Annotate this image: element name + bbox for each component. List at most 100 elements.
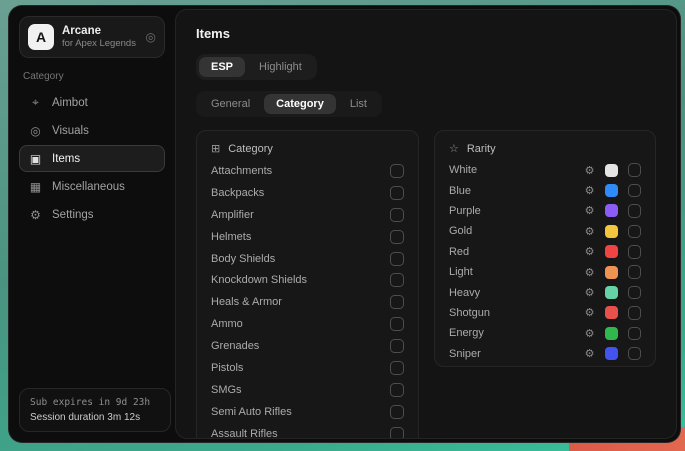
rarity-row-label: Shotgun: [449, 307, 585, 319]
category-row: Pistols: [211, 357, 404, 379]
category-panel: ⊞ Category Attachments Backpacks: [196, 130, 419, 439]
rarity-checkbox[interactable]: [628, 184, 642, 198]
mode-tab[interactable]: Highlight: [247, 57, 314, 77]
view-tab[interactable]: List: [338, 94, 379, 114]
rarity-color-swatch[interactable]: [605, 245, 618, 258]
rarity-panel: ☆ Rarity White ⚙: [434, 130, 656, 367]
category-checkbox[interactable]: [390, 164, 404, 178]
rarity-color-swatch[interactable]: [605, 286, 618, 299]
sidebar-item-icon: ⌖: [28, 95, 43, 110]
view-tabs-row: General Category List: [196, 91, 656, 117]
rarity-color-swatch[interactable]: [605, 327, 618, 340]
sub-expires-text: Sub expires in 9d 23h: [30, 397, 160, 408]
profile-meta: Arcane for Apex Legends: [62, 24, 136, 50]
rarity-panel-title: Rarity: [467, 143, 496, 155]
view-tab[interactable]: Category: [264, 94, 336, 114]
rarity-checkbox[interactable]: [628, 306, 642, 320]
rarity-gear-icon[interactable]: ⚙: [585, 266, 595, 279]
sidebar-nav-item[interactable]: ⌖ Aimbot: [19, 89, 165, 116]
category-checkbox[interactable]: [390, 295, 404, 309]
desktop: A Arcane for Apex Legends ◎ Category ⌖ A…: [0, 0, 685, 451]
rarity-row-label: Red: [449, 246, 585, 258]
rarity-color-swatch[interactable]: [605, 204, 618, 217]
sidebar: A Arcane for Apex Legends ◎ Category ⌖ A…: [9, 6, 175, 442]
session-duration-text: Session duration 3m 12s: [30, 412, 160, 423]
category-checkbox[interactable]: [390, 383, 404, 397]
category-row: Grenades: [211, 335, 404, 357]
view-tab[interactable]: General: [199, 94, 262, 114]
rarity-color-swatch[interactable]: [605, 164, 618, 177]
app-logo: A: [28, 24, 54, 50]
rarity-gear-icon[interactable]: ⚙: [585, 245, 595, 258]
rarity-row: Heavy ⚙: [449, 282, 641, 302]
arcane-window: A Arcane for Apex Legends ◎ Category ⌖ A…: [8, 5, 681, 443]
rarity-color-swatch[interactable]: [605, 184, 618, 197]
sidebar-section-label: Category: [23, 71, 161, 82]
sidebar-nav-item[interactable]: ▦ Miscellaneous: [19, 173, 165, 200]
rarity-checkbox[interactable]: [628, 163, 642, 177]
sidebar-nav-item[interactable]: ⚙ Settings: [19, 201, 165, 228]
rarity-row-label: Heavy: [449, 287, 585, 299]
rarity-gear-icon[interactable]: ⚙: [585, 204, 595, 217]
rarity-color-swatch[interactable]: [605, 306, 618, 319]
rarity-gear-icon[interactable]: ⚙: [585, 184, 595, 197]
rarity-checkbox[interactable]: [628, 225, 642, 239]
rarity-checkbox[interactable]: [628, 265, 642, 279]
sidebar-item-label: Settings: [52, 209, 94, 221]
category-row-label: Grenades: [211, 340, 259, 352]
sidebar-nav-item[interactable]: ▣ Items: [19, 145, 165, 172]
rarity-list: White ⚙ Blue ⚙: [449, 160, 641, 364]
rarity-checkbox[interactable]: [628, 204, 642, 218]
rarity-gear-icon[interactable]: ⚙: [585, 225, 595, 238]
subscription-card: Sub expires in 9d 23h Session duration 3…: [19, 388, 171, 432]
category-checkbox[interactable]: [390, 427, 404, 439]
rarity-color-swatch[interactable]: [605, 225, 618, 238]
profile-settings-icon[interactable]: ◎: [146, 30, 156, 44]
rarity-checkbox[interactable]: [628, 286, 642, 300]
category-row-label: Knockdown Shields: [211, 274, 307, 286]
category-row-label: Assault Rifles: [211, 428, 278, 439]
sidebar-item-label: Items: [52, 153, 80, 165]
mode-tab[interactable]: ESP: [199, 57, 245, 77]
category-row-label: Amplifier: [211, 209, 254, 221]
rarity-gear-icon[interactable]: ⚙: [585, 306, 595, 319]
rarity-gear-icon[interactable]: ⚙: [585, 347, 595, 360]
category-checkbox[interactable]: [390, 208, 404, 222]
rarity-row: Purple ⚙: [449, 201, 641, 221]
rarity-checkbox[interactable]: [628, 327, 642, 341]
rarity-row-label: Blue: [449, 185, 585, 197]
category-row: Knockdown Shields: [211, 269, 404, 291]
category-checkbox[interactable]: [390, 405, 404, 419]
rarity-color-swatch[interactable]: [605, 266, 618, 279]
category-list: Attachments Backpacks Amplifier: [211, 160, 404, 439]
app-subtitle: for Apex Legends: [62, 38, 136, 50]
sidebar-nav: ⌖ Aimbot ◎ Visuals ▣ Items ▦: [19, 89, 165, 228]
rarity-gear-icon[interactable]: ⚙: [585, 327, 595, 340]
rarity-gear-icon[interactable]: ⚙: [585, 164, 595, 177]
category-checkbox[interactable]: [390, 230, 404, 244]
rarity-row-label: Purple: [449, 205, 585, 217]
sidebar-nav-item[interactable]: ◎ Visuals: [19, 117, 165, 144]
category-row: Ammo: [211, 313, 404, 335]
category-checkbox[interactable]: [390, 186, 404, 200]
category-checkbox[interactable]: [390, 339, 404, 353]
category-row-label: SMGs: [211, 384, 242, 396]
sidebar-item-label: Miscellaneous: [52, 181, 125, 193]
sidebar-item-icon: ⚙: [28, 208, 43, 222]
category-checkbox[interactable]: [390, 317, 404, 331]
rarity-checkbox[interactable]: [628, 347, 642, 361]
category-grid-icon: ⊞: [211, 142, 220, 155]
category-checkbox[interactable]: [390, 273, 404, 287]
category-row-label: Attachments: [211, 165, 272, 177]
category-row: Assault Rifles: [211, 423, 404, 439]
category-checkbox[interactable]: [390, 252, 404, 266]
rarity-gear-icon[interactable]: ⚙: [585, 286, 595, 299]
rarity-color-swatch[interactable]: [605, 347, 618, 360]
sidebar-item-label: Visuals: [52, 125, 89, 137]
rarity-checkbox[interactable]: [628, 245, 642, 259]
mode-tabs-row: ESP Highlight: [196, 54, 656, 80]
category-checkbox[interactable]: [390, 361, 404, 375]
rarity-row: Blue ⚙: [449, 180, 641, 200]
profile-card: A Arcane for Apex Legends ◎: [19, 16, 165, 58]
sidebar-item-icon: ▦: [28, 180, 43, 194]
